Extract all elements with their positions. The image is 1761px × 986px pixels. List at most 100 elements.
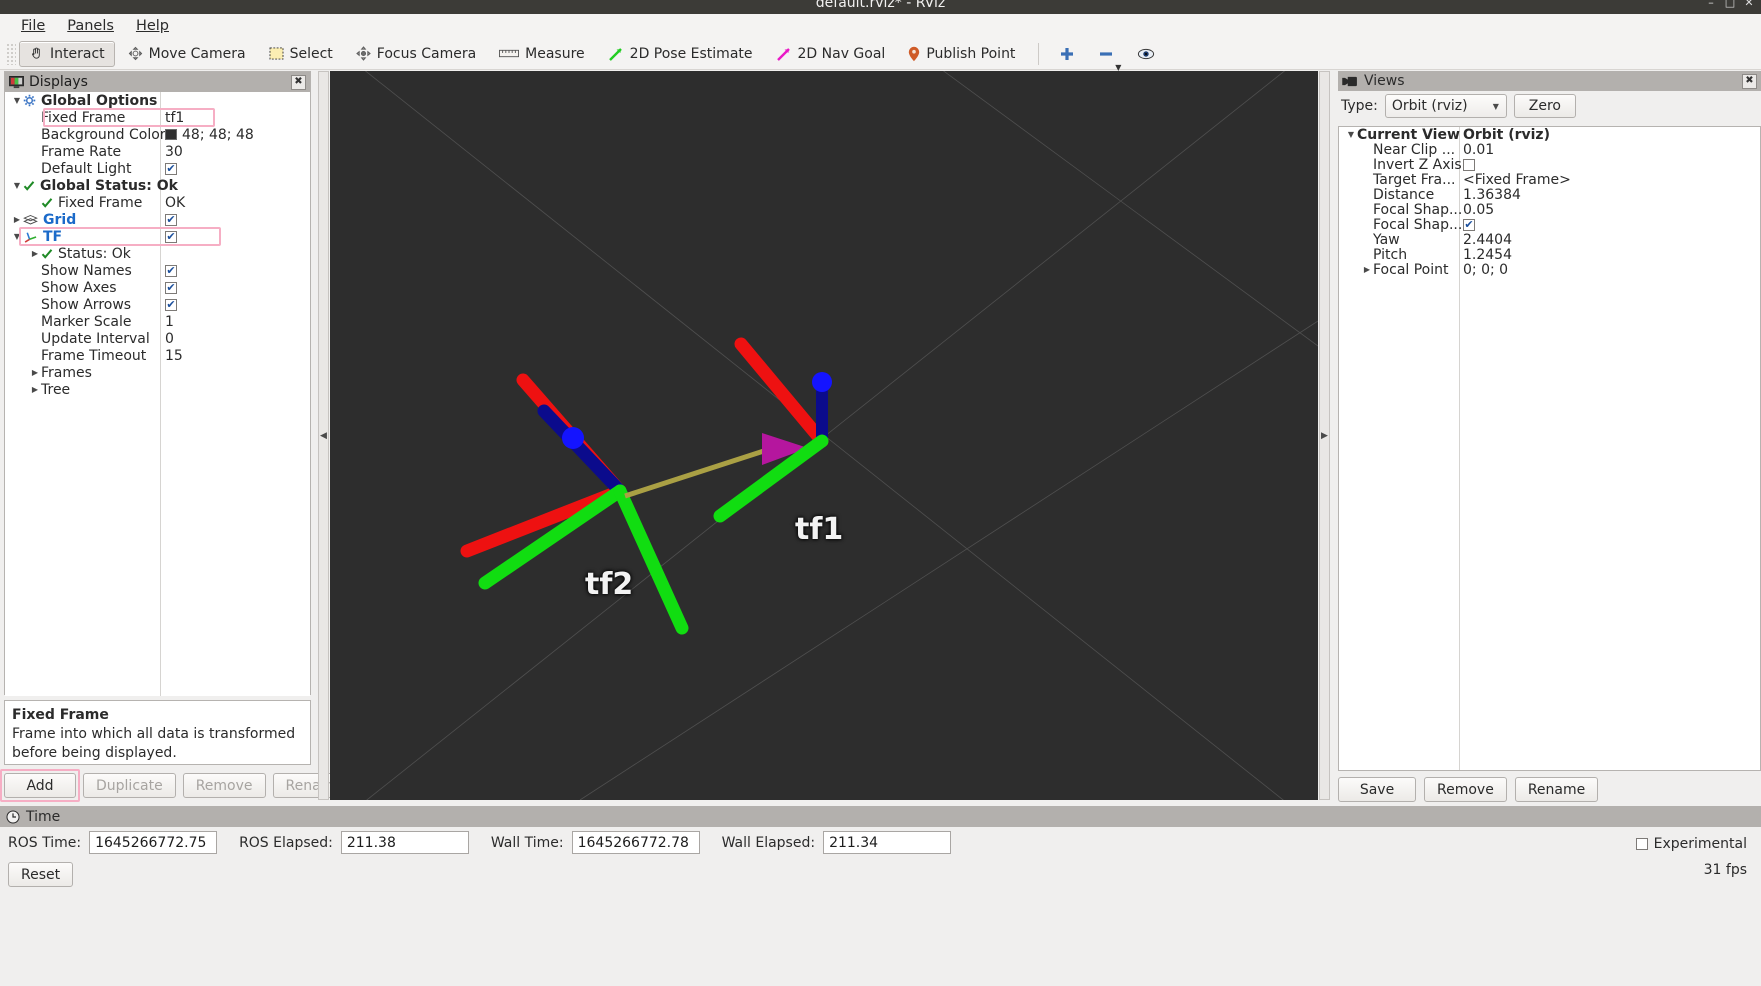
view-row-near-clip[interactable]: Near Clip ... 0.01 xyxy=(1339,142,1760,158)
view-row-focal-shap[interactable]: Focal Shap... ✔ xyxy=(1339,217,1760,233)
checkbox-checked[interactable]: ✔ xyxy=(165,213,177,226)
view-row-value[interactable]: Orbit (rviz) xyxy=(1463,127,1550,143)
tool-focus-camera[interactable]: Focus Camera xyxy=(346,41,486,67)
view-row-value[interactable]: <Fixed Frame> xyxy=(1463,172,1571,188)
view-row-value[interactable] xyxy=(1463,158,1475,171)
tool-2d-pose-estimate[interactable]: 2D Pose Estimate xyxy=(598,41,763,67)
display-row-fixed-frame[interactable]: Fixed Frame tf1 xyxy=(5,109,310,126)
rename-view-button[interactable]: Rename xyxy=(1514,777,1599,802)
right-panel-collapse-handle[interactable]: ▶ xyxy=(1319,71,1330,800)
save-view-button[interactable]: Save xyxy=(1338,777,1416,802)
expand-arrow-icon[interactable]: ▼ xyxy=(11,96,23,105)
zero-button[interactable]: Zero xyxy=(1513,94,1576,118)
view-row-value[interactable]: 0.01 xyxy=(1463,142,1494,158)
tool-2d-nav-goal[interactable]: 2D Nav Goal xyxy=(766,41,896,67)
display-row-value[interactable]: OK xyxy=(165,195,185,211)
menu-file[interactable]: File xyxy=(12,16,54,36)
toolbar-grip[interactable] xyxy=(6,42,16,65)
view-row-current-view[interactable]: ▼ Current View Orbit (rviz) xyxy=(1339,127,1760,143)
view-row-value[interactable]: 2.4404 xyxy=(1463,232,1512,248)
tool-measure[interactable]: Measure xyxy=(489,41,595,67)
view-row-distance[interactable]: Distance 1.36384 xyxy=(1339,187,1760,203)
display-row-show-arrows[interactable]: Show Arrows ✔ xyxy=(5,296,310,313)
display-row-frames[interactable]: ▶ Frames xyxy=(5,364,310,381)
display-row-frame-rate[interactable]: Frame Rate 30 xyxy=(5,143,310,160)
collapse-arrow-icon[interactable]: ▶ xyxy=(29,368,41,377)
display-row-value[interactable]: ✔ xyxy=(165,230,177,243)
checkbox-checked[interactable]: ✔ xyxy=(165,162,177,175)
tool-properties-button[interactable] xyxy=(1127,41,1165,67)
maximize-button[interactable]: □ xyxy=(1724,0,1736,9)
display-row-global-status-ok[interactable]: ▼ Global Status: Ok xyxy=(5,177,310,194)
view-type-select[interactable]: Orbit (rviz) ▼ xyxy=(1384,94,1507,118)
experimental-toggle[interactable]: Experimental xyxy=(1635,836,1747,852)
display-row-value[interactable]: 1 xyxy=(165,314,174,330)
remove-tool-button[interactable]: ▼ xyxy=(1088,41,1124,71)
view-row-focal-shap[interactable]: Focal Shap... 0.05 xyxy=(1339,202,1760,218)
display-row-show-axes[interactable]: Show Axes ✔ xyxy=(5,279,310,296)
tool-publish-point[interactable]: Publish Point xyxy=(898,41,1025,67)
checkbox-checked[interactable]: ✔ xyxy=(165,298,177,311)
view-row-value[interactable]: 1.36384 xyxy=(1463,187,1521,203)
collapse-arrow-icon[interactable]: ▶ xyxy=(11,215,23,224)
display-row-value[interactable]: 0 xyxy=(165,331,174,347)
views-close-icon[interactable]: ✖ xyxy=(1742,73,1757,89)
close-button[interactable]: ✕ xyxy=(1743,0,1755,9)
add-button[interactable]: Add xyxy=(4,773,76,798)
tool-interact[interactable]: Interact xyxy=(19,40,115,67)
view-row-value[interactable]: 0.05 xyxy=(1463,202,1494,218)
display-row-update-interval[interactable]: Update Interval 0 xyxy=(5,330,310,347)
display-row-global-options[interactable]: ▼ Global Options xyxy=(5,92,310,109)
display-row-tree[interactable]: ▶ Tree xyxy=(5,381,310,398)
view-row-yaw[interactable]: Yaw 2.4404 xyxy=(1339,232,1760,248)
checkbox-checked[interactable]: ✔ xyxy=(165,230,177,243)
display-row-value[interactable]: ✔ xyxy=(165,264,177,277)
tool-select[interactable]: Select xyxy=(259,41,343,67)
view-row-value[interactable]: ✔ xyxy=(1463,218,1475,231)
display-row-value[interactable]: 48; 48; 48 xyxy=(165,127,254,143)
collapse-arrow-icon[interactable]: ▶ xyxy=(29,249,41,258)
display-row-value[interactable]: ✔ xyxy=(165,281,177,294)
reset-button[interactable]: Reset xyxy=(8,862,74,887)
display-row-show-names[interactable]: Show Names ✔ xyxy=(5,262,310,279)
display-row-value[interactable]: ✔ xyxy=(165,162,177,175)
display-row-value[interactable]: 30 xyxy=(165,144,183,160)
tool-move-camera[interactable]: Move Camera xyxy=(118,41,256,67)
checkbox-checked[interactable]: ✔ xyxy=(1463,218,1475,231)
collapse-arrow-icon[interactable]: ▶ xyxy=(29,385,41,394)
experimental-checkbox[interactable] xyxy=(1635,838,1648,850)
view-row-value[interactable]: 1.2454 xyxy=(1463,247,1512,263)
checkbox-unchecked[interactable] xyxy=(1463,158,1475,171)
menu-help[interactable]: Help xyxy=(127,16,178,36)
expand-arrow-icon[interactable]: ▼ xyxy=(1345,130,1357,139)
collapse-arrow-icon[interactable]: ▶ xyxy=(1361,265,1373,274)
checkbox-checked[interactable]: ✔ xyxy=(165,264,177,277)
displays-tree[interactable]: ▼ Global Options Fixed Frame tf1 Background … xyxy=(5,92,310,696)
display-row-value[interactable]: tf1 xyxy=(165,110,184,126)
view-row-value[interactable]: 0; 0; 0 xyxy=(1463,262,1508,278)
display-row-frame-timeout[interactable]: Frame Timeout 15 xyxy=(5,347,310,364)
views-properties-tree[interactable]: ▼ Current View Orbit (rviz) Near Clip ... 0.… xyxy=(1338,126,1761,771)
view-row-invert-z-axis[interactable]: Invert Z Axis xyxy=(1339,157,1760,173)
remove-view-button[interactable]: Remove xyxy=(1424,777,1507,802)
time-input-wall-time[interactable]: 1645266772.78 xyxy=(571,831,700,854)
add-tool-button[interactable] xyxy=(1049,41,1085,67)
time-input-wall-elapsed[interactable]: 211.34 xyxy=(823,831,952,854)
display-row-tf[interactable]: ▼ TF ✔ xyxy=(5,228,310,245)
view-row-focal-point[interactable]: ▶ Focal Point 0; 0; 0 xyxy=(1339,262,1760,278)
expand-arrow-icon[interactable]: ▼ xyxy=(11,232,23,241)
menu-panels[interactable]: Panels xyxy=(58,16,123,36)
time-input-ros-elapsed[interactable]: 211.38 xyxy=(340,831,469,854)
view-row-target-fra[interactable]: Target Fra... <Fixed Frame> xyxy=(1339,172,1760,188)
render-viewport-3d[interactable]: tf1 tf2 xyxy=(330,71,1318,800)
left-panel-collapse-handle[interactable]: ◀ xyxy=(318,71,329,800)
time-input-ros-time[interactable]: 1645266772.75 xyxy=(89,831,218,854)
checkbox-checked[interactable]: ✔ xyxy=(165,281,177,294)
view-row-pitch[interactable]: Pitch 1.2454 xyxy=(1339,247,1760,263)
displays-close-icon[interactable]: ✖ xyxy=(291,74,306,90)
display-row-value[interactable]: ✔ xyxy=(165,213,177,226)
display-row-marker-scale[interactable]: Marker Scale 1 xyxy=(5,313,310,330)
expand-arrow-icon[interactable]: ▼ xyxy=(11,181,23,190)
display-row-value[interactable]: 15 xyxy=(165,348,183,364)
display-row-grid[interactable]: ▶ Grid ✔ xyxy=(5,211,310,228)
